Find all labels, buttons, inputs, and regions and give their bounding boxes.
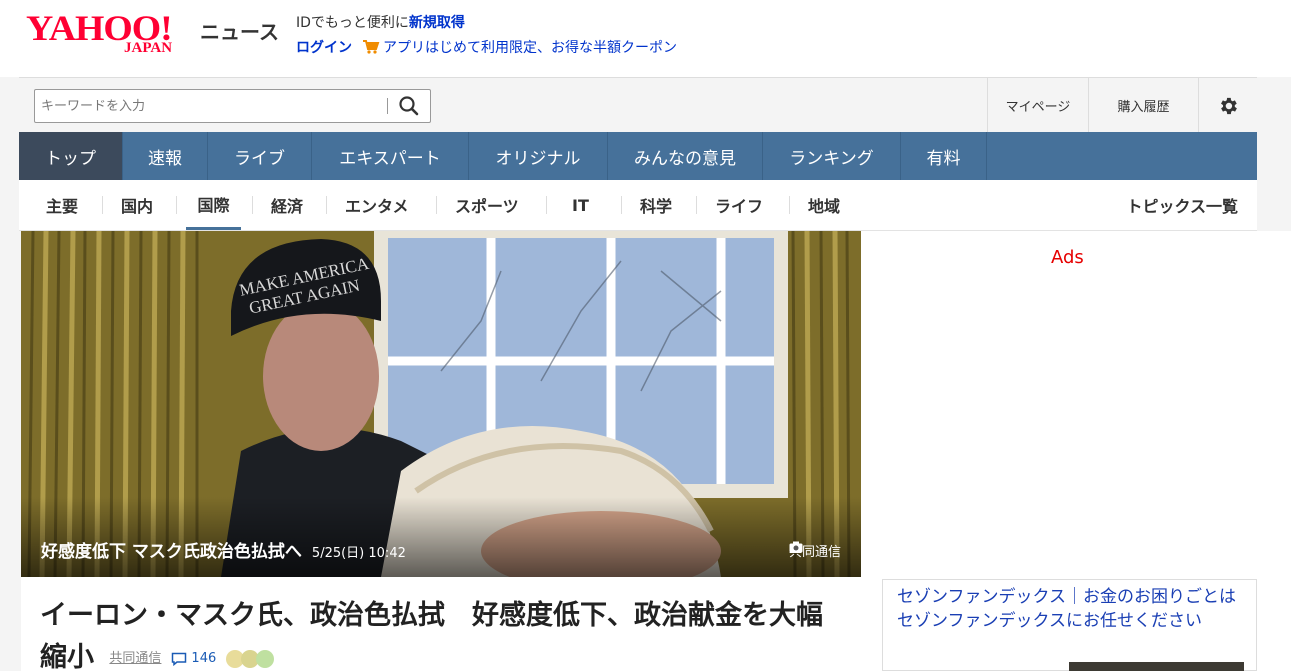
category-divider (546, 196, 547, 214)
login-link[interactable]: ログイン (296, 37, 352, 57)
reaction-faces (226, 649, 275, 668)
reaction-face-icon (256, 649, 275, 668)
category-divider (326, 196, 327, 214)
category-main[interactable]: 主要 (46, 180, 78, 230)
signup-link[interactable]: 新規取得 (409, 15, 465, 31)
logo-japan-text: JAPAN (124, 40, 173, 56)
nav-paid[interactable]: 有料 (901, 132, 987, 180)
search-divider (387, 98, 388, 114)
nav-live[interactable]: ライブ (208, 132, 312, 180)
category-economy[interactable]: 経済 (271, 180, 303, 230)
cart-icon (363, 40, 380, 54)
article-meta: 共同通信 146 (109, 638, 275, 671)
mypage-link[interactable]: マイページ (987, 78, 1088, 133)
nav-original[interactable]: オリジナル (469, 132, 608, 180)
id-promo: IDでもっと便利に新規取得 (296, 12, 465, 32)
category-domestic[interactable]: 国内 (121, 180, 153, 230)
camera-icon (789, 541, 803, 553)
hero-timestamp: 5/25(日) 10:42 (311, 546, 406, 561)
masthead: YAHOO! JAPAN ニュース IDでもっと便利に新規取得 ログイン アプリ… (0, 0, 1291, 77)
ads-label: Ads (1051, 247, 1084, 268)
coupon-link-wrap[interactable]: アプリはじめて利用限定、お得な半額クーポン (362, 37, 677, 57)
category-divider (102, 196, 103, 214)
nav-expert[interactable]: エキスパート (312, 132, 469, 180)
search-icon[interactable] (397, 95, 421, 117)
hero-headline: 好感度低下 マスク氏政治色払拭へ (41, 542, 302, 562)
hero-image[interactable]: MAKE AMERICA GREAT AGAIN 好感度低下 マスク氏政治色払拭… (21, 231, 861, 577)
comment-link[interactable]: 146 (171, 638, 216, 671)
category-divider (696, 196, 697, 214)
category-nav: 主要 国内 国際 経済 エンタメ スポーツ IT 科学 ライフ 地域 トピックス… (19, 180, 1257, 231)
purchase-history-link[interactable]: 購入履歴 (1088, 78, 1198, 133)
ad-card[interactable]: セゾンファンデックス｜お金のお困りごとはセゾンファンデックスにお任せください (882, 579, 1257, 671)
article-source[interactable]: 共同通信 (109, 638, 161, 671)
yahoo-japan-logo[interactable]: YAHOO! JAPAN (26, 10, 196, 60)
ad-text[interactable]: セゾンファンデックス｜お金のお困りごとはセゾンファンデックスにお任せください (897, 585, 1242, 633)
search-box (34, 89, 431, 123)
nav-breaking[interactable]: 速報 (123, 132, 208, 180)
category-sports[interactable]: スポーツ (455, 180, 519, 230)
article-card: イーロン・マスク氏、政治色払拭 好感度低下、政治献金を大幅縮小 共同通信 146 (21, 577, 861, 671)
category-science[interactable]: 科学 (640, 180, 672, 230)
category-divider (252, 196, 253, 214)
category-divider (436, 196, 437, 214)
nav-ranking[interactable]: ランキング (763, 132, 901, 180)
nav-opinion[interactable]: みんなの意見 (608, 132, 763, 180)
id-promo-text: IDでもっと便利に (296, 15, 409, 31)
settings-button[interactable] (1198, 78, 1257, 133)
category-it[interactable]: IT (572, 180, 589, 230)
ad-thumbnail[interactable] (1069, 662, 1244, 671)
category-divider (789, 196, 790, 214)
category-life[interactable]: ライフ (715, 180, 763, 230)
gear-icon (1221, 97, 1237, 114)
hero-credit: 共同通信 (789, 541, 841, 560)
comment-icon (172, 652, 187, 666)
main-nav: トップ 速報 ライブ エキスパート オリジナル みんなの意見 ランキング 有料 (19, 132, 1257, 180)
search-input[interactable] (41, 96, 381, 116)
category-entertainment[interactable]: エンタメ (345, 180, 409, 230)
service-name[interactable]: ニュース (200, 16, 279, 45)
hero-caption[interactable]: 好感度低下 マスク氏政治色払拭へ 5/25(日) 10:42 (41, 537, 406, 562)
category-local[interactable]: 地域 (808, 180, 840, 230)
login-row: ログイン アプリはじめて利用限定、お得な半額クーポン (296, 37, 677, 57)
category-divider (621, 196, 622, 214)
nav-top[interactable]: トップ (19, 132, 123, 180)
coupon-link[interactable]: アプリはじめて利用限定、お得な半額クーポン (383, 37, 677, 57)
article-title-wrap: イーロン・マスク氏、政治色払拭 好感度低下、政治献金を大幅縮小 共同通信 146 (40, 595, 840, 671)
comment-count: 146 (191, 650, 217, 666)
category-divider (176, 196, 177, 214)
topics-list-link[interactable]: トピックス一覧 (1126, 180, 1238, 230)
category-world[interactable]: 国際 (186, 180, 241, 230)
search-bar: マイページ 購入履歴 (19, 77, 1257, 133)
